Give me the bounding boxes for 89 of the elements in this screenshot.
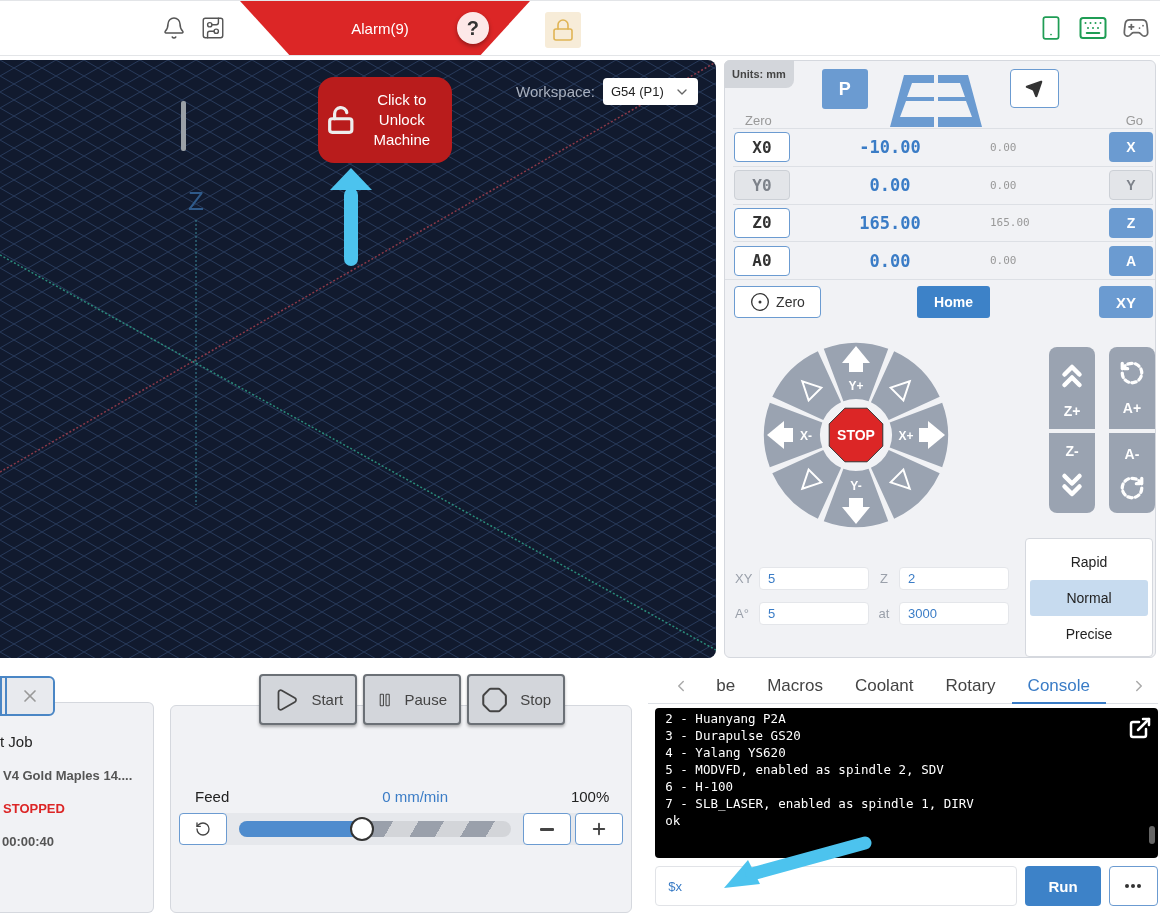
console-line: 6 - H-100	[665, 778, 734, 795]
run-button[interactable]: Run	[1025, 866, 1101, 906]
alarm-status: Alarm(9)	[351, 19, 409, 37]
feed-label: Feed	[195, 788, 230, 805]
speed-option[interactable]: Precise	[1030, 615, 1148, 652]
step-input[interactable]: 5	[759, 602, 869, 625]
units-tag: Units: mm	[724, 60, 794, 88]
jog-axis-button[interactable]: A+	[1109, 347, 1155, 429]
feed-percent: 100%	[570, 788, 610, 805]
jog-button[interactable]	[772, 449, 842, 519]
feed-rate: 0 mm/min	[382, 788, 448, 805]
step-input[interactable]: 5	[759, 567, 869, 590]
target-icon	[750, 292, 771, 312]
console-line: 5 - MODVFD, enabled as spindle 2, SDV	[665, 761, 945, 778]
job-title: t Job	[0, 733, 34, 750]
zero-all-button[interactable]: Zero	[734, 286, 821, 318]
decrease-button[interactable]	[523, 813, 572, 845]
rotate-icon	[1119, 360, 1145, 386]
zero-axis-button[interactable]: Z0	[734, 207, 790, 238]
reset-icon	[195, 821, 212, 837]
stop-button[interactable]: Stop	[467, 674, 566, 725]
slider-thumb[interactable]	[349, 817, 374, 841]
home-button[interactable]: Home	[917, 286, 990, 318]
work-position-value: 165.00	[858, 212, 922, 233]
paper-plane-icon	[1025, 79, 1044, 98]
step-label: XY	[735, 571, 754, 586]
zero-axis-button[interactable]: X0	[734, 132, 790, 163]
pause-button[interactable]: Pause	[363, 674, 462, 725]
pop-out-icon[interactable]	[1128, 716, 1152, 740]
work-position-value: 0.00	[868, 250, 912, 271]
axis-label: Z	[188, 186, 204, 216]
zero-axis-button[interactable]: A0	[734, 245, 790, 276]
zero-column-header: Zero	[745, 113, 772, 128]
tool-marker	[181, 101, 186, 151]
command-input[interactable]: $x	[655, 866, 1017, 906]
scrollbar-thumb[interactable]	[1149, 826, 1155, 844]
send-button[interactable]	[1009, 69, 1059, 108]
speed-option[interactable]: Rapid	[1030, 543, 1148, 580]
machine-position-value: 0.00	[990, 140, 1018, 154]
jog-axis-button[interactable]: A-	[1109, 433, 1155, 513]
work-position-value: 0.00	[868, 175, 912, 196]
machine-position-value: 0.00	[990, 254, 1018, 268]
circuit-board-icon[interactable]	[200, 15, 226, 41]
tab[interactable]: Rotary	[929, 676, 1012, 704]
tab[interactable]: be	[700, 676, 752, 704]
stop-button[interactable]: STOP	[828, 407, 884, 463]
console-line: 7 - SLB_LASER, enabled as spindle 1, DIRV	[665, 795, 975, 812]
jog-button[interactable]	[870, 351, 940, 421]
workspace-label: Workspace:	[516, 83, 595, 100]
start-button[interactable]: Start	[259, 674, 358, 725]
jog-button[interactable]	[870, 449, 940, 519]
work-position-value: -10.00	[858, 137, 922, 158]
notification-bell-icon[interactable]	[162, 16, 186, 40]
machine-position-value: 165.00	[990, 216, 1031, 230]
step-label: Z	[879, 571, 889, 586]
speed-option[interactable]: Normal	[1030, 579, 1148, 616]
workspace-select[interactable]: G54 (P1)	[603, 78, 698, 105]
reset-button[interactable]	[179, 813, 228, 845]
job-status: STOPPED	[2, 801, 66, 816]
console-line: 3 - Durapulse GS20	[665, 727, 802, 744]
jog-axis-button[interactable]: Z-	[1049, 433, 1095, 513]
tab[interactable]: Coolant	[838, 676, 930, 704]
console-line: 2 - Huanyang P2A	[665, 710, 787, 727]
rotate-icon	[1119, 474, 1145, 501]
go-column-header: Go	[1125, 113, 1143, 128]
step-label: A°	[735, 606, 750, 621]
go-axis-button[interactable]: A	[1109, 245, 1153, 276]
more-button[interactable]	[1109, 866, 1158, 906]
tab[interactable]: Macros	[751, 676, 839, 704]
help-button[interactable]: ?	[456, 12, 489, 44]
jog-button[interactable]	[772, 351, 842, 421]
step-label: at	[877, 606, 891, 621]
jog-axis-button[interactable]: Z+	[1049, 347, 1095, 429]
probe-button[interactable]: P	[821, 69, 868, 109]
tab[interactable]: Console	[1011, 676, 1106, 704]
go-xy-button[interactable]: XY	[1099, 286, 1153, 318]
console-line: ok	[665, 812, 682, 829]
machine-position-value: 0.00	[990, 178, 1018, 192]
increase-button[interactable]	[575, 813, 624, 845]
job-file-name: V4 Gold Maples 14....	[2, 768, 134, 783]
unlock-machine-button[interactable]: Click to Unlock Machine	[318, 77, 452, 163]
go-axis-button[interactable]: Z	[1109, 207, 1153, 238]
console-line: 4 - Yalang YS620	[665, 744, 787, 761]
step-input[interactable]: 2	[899, 567, 1009, 590]
minus-icon	[540, 827, 555, 831]
go-axis-button[interactable]: X	[1109, 132, 1153, 163]
step-input[interactable]: 3000	[899, 602, 1009, 625]
more-icon	[1125, 884, 1142, 888]
job-elapsed-time: 00:00:40	[1, 834, 56, 849]
